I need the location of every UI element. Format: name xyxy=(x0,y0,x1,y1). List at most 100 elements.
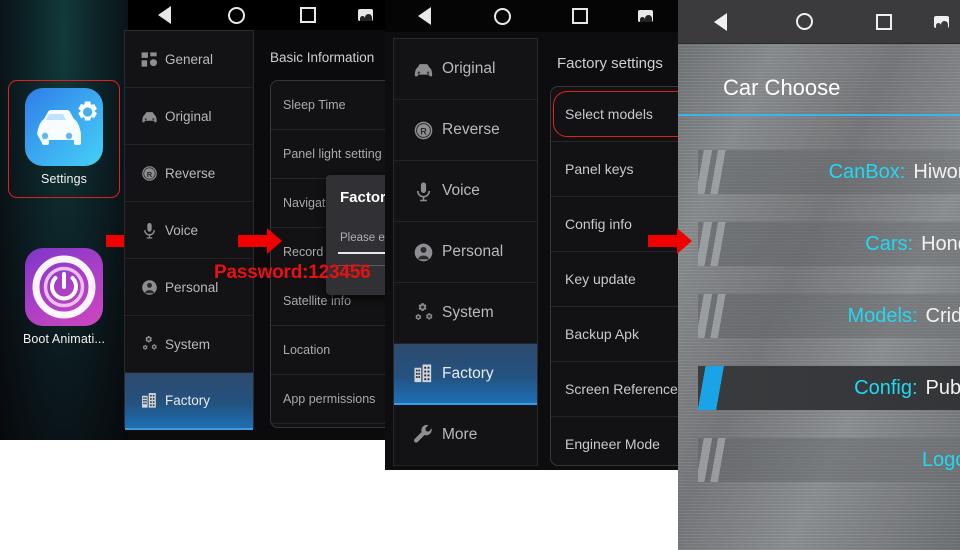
car-choose-row-cars[interactable]: Cars: Honda xyxy=(698,222,960,266)
factory-option-key-update[interactable]: Key update xyxy=(551,252,694,307)
home-icon[interactable] xyxy=(200,0,272,30)
reverse-r-icon: R xyxy=(133,164,165,183)
nav-item-label: Personal xyxy=(165,279,219,295)
settings-panel: General Original R Reverse Voice Personal Syst… xyxy=(124,0,446,440)
back-icon[interactable] xyxy=(385,0,463,32)
grid-icon xyxy=(133,50,165,69)
car-choose-key: CanBox: xyxy=(828,160,906,183)
factory-option-label: Backup Apk xyxy=(565,326,639,342)
page-title: Car Choose xyxy=(723,75,841,100)
back-icon[interactable] xyxy=(128,0,200,30)
pane-title: Factory settings xyxy=(557,55,663,72)
app-label: Boot Animati... xyxy=(22,332,106,346)
settings-list-item[interactable]: App permissions xyxy=(271,375,399,424)
nav-item-label: Factory xyxy=(442,364,494,382)
reverse-r-icon: R xyxy=(404,119,442,142)
person-icon xyxy=(404,241,442,264)
title-underline xyxy=(678,114,960,116)
android-navbar xyxy=(385,0,680,32)
recents-icon[interactable] xyxy=(845,0,923,44)
settings-list-item-label: Panel light setting xyxy=(283,147,382,161)
car-choose-key: Cars: xyxy=(865,232,914,255)
factory-option-screen-reference[interactable]: Screen Reference xyxy=(551,362,694,417)
android-navbar xyxy=(678,0,960,44)
car-choose-key: Logo: xyxy=(921,448,960,471)
recents-icon[interactable] xyxy=(541,0,619,32)
settings-list-item-label: App permissions xyxy=(283,392,376,406)
svg-text:R: R xyxy=(420,126,427,136)
nav-item-system[interactable]: System xyxy=(394,283,537,344)
car-choose-row-models[interactable]: Models: Crider xyxy=(698,294,960,338)
factory-option-engineer-mode[interactable]: Engineer Mode xyxy=(551,417,694,465)
nav-item-system[interactable]: System xyxy=(125,316,253,373)
screenshot-icon[interactable] xyxy=(619,0,671,32)
home-icon[interactable] xyxy=(463,0,541,32)
car-icon xyxy=(133,107,165,126)
factory-option-panel-keys[interactable]: Panel keys xyxy=(551,142,694,197)
factory-nav-column: Original R Reverse Voice Personal System Facto… xyxy=(393,38,538,466)
row-accent-bar xyxy=(698,366,732,410)
nav-item-reverse[interactable]: R Reverse xyxy=(125,145,253,202)
car-choose-value: Crider xyxy=(925,304,960,327)
nav-item-voice[interactable]: Voice xyxy=(394,161,537,222)
person-icon xyxy=(133,278,165,297)
nav-item-original[interactable]: Original xyxy=(394,39,537,100)
gears-icon xyxy=(404,302,442,325)
nav-item-factory[interactable]: Factory xyxy=(394,344,537,405)
car-choose-row-config[interactable]: Config: Public xyxy=(698,366,960,410)
pane-title: Basic Information xyxy=(270,50,375,65)
car-choose-row-canbox[interactable]: CanBox: Hiworld xyxy=(698,150,960,194)
nav-item-label: Original xyxy=(442,60,496,77)
building-icon xyxy=(404,362,442,385)
nav-item-label: Personal xyxy=(442,243,504,260)
nav-item-general[interactable]: General xyxy=(125,31,253,88)
factory-option-label: Key update xyxy=(565,271,636,287)
select-models-highlight-box xyxy=(553,91,692,137)
back-icon[interactable] xyxy=(678,0,763,44)
row-accent-bar xyxy=(698,222,732,266)
row-accent-bar xyxy=(698,294,732,338)
nav-item-original[interactable]: Original xyxy=(125,88,253,145)
car-choose-value: Honda xyxy=(921,232,960,255)
settings-nav-column: General Original R Reverse Voice Personal Syst… xyxy=(124,30,254,430)
row-accent-bar xyxy=(698,150,732,194)
nav-item-label: Voice xyxy=(442,182,480,199)
flow-arrow-3 xyxy=(648,228,692,254)
nav-item-label: System xyxy=(442,304,494,321)
nav-item-label: Reverse xyxy=(165,165,216,181)
home-icon[interactable] xyxy=(763,0,845,44)
screenshot-icon[interactable] xyxy=(344,0,386,30)
nav-item-label: More xyxy=(442,426,478,443)
car-icon xyxy=(404,58,442,81)
settings-list-item[interactable]: Location xyxy=(271,326,399,375)
nav-item-label: Voice xyxy=(165,222,199,238)
factory-option-label: Config info xyxy=(565,216,632,232)
nav-item-voice[interactable]: Voice xyxy=(125,202,253,259)
microphone-icon xyxy=(404,180,442,203)
nav-item-reverse[interactable]: R Reverse xyxy=(394,100,537,161)
nav-item-more[interactable]: More xyxy=(394,405,537,466)
car-choose-key: Config: xyxy=(854,376,918,399)
screenshot-icon[interactable] xyxy=(923,0,960,44)
nav-item-factory[interactable]: Factory xyxy=(125,373,253,430)
settings-list-item-label: Record xyxy=(283,245,324,259)
settings-list-item[interactable]: Sleep Time xyxy=(271,81,399,130)
gears-icon xyxy=(133,335,165,354)
factory-option-label: Engineer Mode xyxy=(565,436,660,452)
factory-option-list: Select models Panel keys Config info Key up… xyxy=(550,86,695,466)
nav-item-label: Reverse xyxy=(442,121,500,138)
app-boot-animation[interactable]: Boot Animati... xyxy=(0,248,128,346)
settings-list-item[interactable]: Panel light setting xyxy=(271,130,399,179)
settings-list-item-label: Location xyxy=(283,343,331,357)
launcher-panel: Settings Boot Animati... xyxy=(0,0,128,440)
car-choose-row-logo[interactable]: Logo: xyxy=(698,438,960,482)
microphone-icon xyxy=(133,221,165,240)
nav-item-label: System xyxy=(165,336,211,352)
factory-option-backup-apk[interactable]: Backup Apk xyxy=(551,307,694,362)
factory-option-select-models[interactable]: Select models xyxy=(551,87,694,142)
recents-icon[interactable] xyxy=(272,0,344,30)
settings-list-item-label: Sleep Time xyxy=(283,98,346,112)
nav-item-personal[interactable]: Personal xyxy=(394,222,537,283)
row-accent-bar xyxy=(698,438,732,482)
building-icon xyxy=(133,391,165,410)
